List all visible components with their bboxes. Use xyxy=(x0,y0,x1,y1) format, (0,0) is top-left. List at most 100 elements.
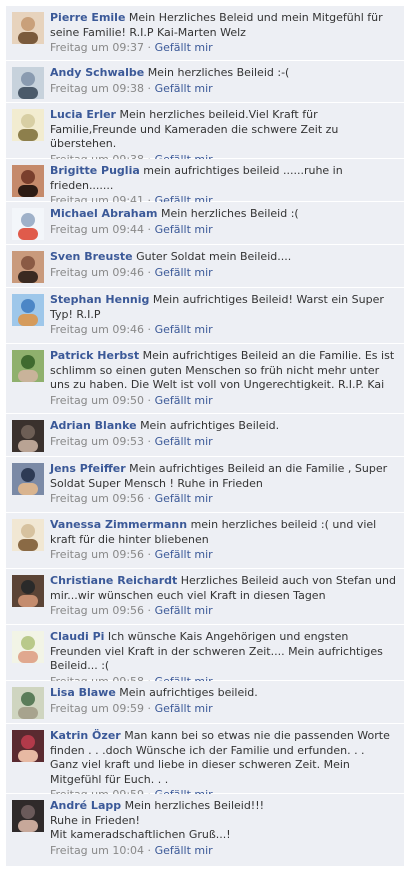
comment-author-link[interactable]: Katrin Özer xyxy=(50,729,121,742)
avatar[interactable] xyxy=(12,420,44,452)
like-link[interactable]: Gefällt mir xyxy=(155,702,213,715)
comment-body: Lisa Blawe Mein aufrichtiges beileid. Fre… xyxy=(50,686,396,716)
comment-text: Mein aufrichtiges beileid. xyxy=(119,686,258,699)
comment-row: Christiane Reichardt Herzliches Beileid … xyxy=(6,569,404,625)
like-link[interactable]: Gefällt mir xyxy=(155,548,213,561)
comment-meta: Freitag um 09:46 · Gefällt mir xyxy=(50,323,396,338)
comment-body: Vanessa Zimmermann mein herzliches beile… xyxy=(50,518,396,563)
like-link[interactable]: Gefällt mir xyxy=(155,492,213,505)
comment-meta: Freitag um 09:37 · Gefällt mir xyxy=(50,41,396,56)
separator-dot: · xyxy=(144,434,155,448)
comment-row: Sven Breuste Guter Soldat mein Beileid..… xyxy=(6,245,404,288)
avatar[interactable] xyxy=(12,730,44,762)
avatar[interactable] xyxy=(12,251,44,283)
separator-dot: · xyxy=(144,81,155,95)
separator-dot: · xyxy=(144,265,155,279)
comment-author-link[interactable]: Andy Schwalbe xyxy=(50,66,144,79)
avatar[interactable] xyxy=(12,165,44,197)
comment-timestamp[interactable]: Freitag um 09:53 xyxy=(50,435,144,448)
comment-timestamp[interactable]: Freitag um 09:50 xyxy=(50,394,144,407)
avatar[interactable] xyxy=(12,575,44,607)
avatar[interactable] xyxy=(12,631,44,663)
like-link[interactable]: Gefällt mir xyxy=(155,82,213,95)
comment-timestamp[interactable]: Freitag um 09:56 xyxy=(50,548,144,561)
comment-row: Jens Pfeiffer Mein aufrichtiges Beileid … xyxy=(6,457,404,513)
like-link[interactable]: Gefällt mir xyxy=(155,604,213,617)
comment-list: Pierre Emile Mein Herzliches Beleid und … xyxy=(6,6,404,867)
comment-row: Adrian Blanke Mein aufrichtiges Beileid.… xyxy=(6,414,404,457)
comment-author-link[interactable]: Patrick Herbst xyxy=(50,349,139,362)
comment-timestamp[interactable]: Freitag um 09:56 xyxy=(50,604,144,617)
avatar[interactable] xyxy=(12,800,44,832)
comment-body: Christiane Reichardt Herzliches Beileid … xyxy=(50,574,396,619)
comment-body: Sven Breuste Guter Soldat mein Beileid..… xyxy=(50,250,396,280)
separator-dot: · xyxy=(144,222,155,236)
like-link[interactable]: Gefällt mir xyxy=(155,266,213,279)
avatar[interactable] xyxy=(12,109,44,141)
comment-meta: Freitag um 09:53 · Gefällt mir xyxy=(50,435,396,450)
separator-dot: · xyxy=(144,701,155,715)
comment-body: Jens Pfeiffer Mein aufrichtiges Beileid … xyxy=(50,462,396,507)
comment-row: Vanessa Zimmermann mein herzliches beile… xyxy=(6,513,404,569)
avatar[interactable] xyxy=(12,12,44,44)
comment-body: Andy Schwalbe Mein herzliches Beileid :-… xyxy=(50,66,396,96)
comment-row: Lisa Blawe Mein aufrichtiges beileid. Fre… xyxy=(6,681,404,724)
comment-meta: Freitag um 09:59 · Gefällt mir xyxy=(50,702,396,717)
separator-dot: · xyxy=(144,393,155,407)
comment-row: Claudi Pi Ich wünsche Kais Angehörigen u… xyxy=(6,625,404,688)
comment-timestamp[interactable]: Freitag um 09:44 xyxy=(50,223,144,236)
comment-timestamp[interactable]: Freitag um 09:46 xyxy=(50,266,144,279)
comment-row: Pierre Emile Mein Herzliches Beleid und … xyxy=(6,6,404,61)
avatar[interactable] xyxy=(12,67,44,99)
comment-author-link[interactable]: Jens Pfeiffer xyxy=(50,462,126,475)
separator-dot: · xyxy=(144,492,155,505)
avatar[interactable] xyxy=(12,519,44,551)
comment-author-link[interactable]: Vanessa Zimmermann xyxy=(50,518,187,531)
avatar[interactable] xyxy=(12,350,44,382)
comment-text: Mein herzliches Beileid :( xyxy=(161,207,299,220)
comment-author-link[interactable]: André Lapp xyxy=(50,799,121,812)
comment-author-link[interactable]: Lisa Blawe xyxy=(50,686,116,699)
separator-dot: · xyxy=(144,604,155,617)
comment-author-link[interactable]: Stephan Hennig xyxy=(50,293,149,306)
comment-row: Stephan Hennig Mein aufrichtiges Beileid… xyxy=(6,288,404,344)
like-link[interactable]: Gefällt mir xyxy=(155,435,213,448)
comment-text: Mein aufrichtiges Beileid. xyxy=(140,419,280,432)
like-link[interactable]: Gefällt mir xyxy=(155,223,213,236)
like-link[interactable]: Gefällt mir xyxy=(155,844,213,857)
comment-timestamp[interactable]: Freitag um 10:04 xyxy=(50,844,144,857)
comment-author-link[interactable]: Claudi Pi xyxy=(50,630,104,643)
like-link[interactable]: Gefällt mir xyxy=(155,394,213,407)
avatar[interactable] xyxy=(12,294,44,326)
comment-body: Pierre Emile Mein Herzliches Beleid und … xyxy=(50,11,396,56)
separator-dot: · xyxy=(144,323,155,336)
comment-row: Lucia Erler Mein herzliches beileid.Viel… xyxy=(6,103,404,166)
separator-dot: · xyxy=(144,843,155,857)
avatar[interactable] xyxy=(12,208,44,240)
comment-meta: Freitag um 10:04 · Gefällt mir xyxy=(50,844,396,859)
like-link[interactable]: Gefällt mir xyxy=(155,323,213,336)
avatar[interactable] xyxy=(12,687,44,719)
comment-author-link[interactable]: Christiane Reichardt xyxy=(50,574,177,587)
comment-author-link[interactable]: Lucia Erler xyxy=(50,108,116,121)
comment-meta: Freitag um 09:56 · Gefällt mir xyxy=(50,492,396,507)
comment-author-link[interactable]: Michael Abraham xyxy=(50,207,158,220)
comment-meta: Freitag um 09:56 · Gefällt mir xyxy=(50,604,396,619)
comment-timestamp[interactable]: Freitag um 09:59 xyxy=(50,702,144,715)
comment-meta: Freitag um 09:38 · Gefällt mir xyxy=(50,82,396,97)
comment-meta: Freitag um 09:50 · Gefällt mir xyxy=(50,394,396,409)
comment-author-link[interactable]: Pierre Emile xyxy=(50,11,125,24)
comment-timestamp[interactable]: Freitag um 09:37 xyxy=(50,41,144,54)
comment-timestamp[interactable]: Freitag um 09:38 xyxy=(50,82,144,95)
comment-row: Brigitte Puglia mein aufrichtiges beilei… xyxy=(6,159,404,207)
avatar[interactable] xyxy=(12,463,44,495)
comment-body: Patrick Herbst Mein aufrichtiges Beileid… xyxy=(50,349,396,408)
comment-author-link[interactable]: Brigitte Puglia xyxy=(50,164,140,177)
comment-timestamp[interactable]: Freitag um 09:46 xyxy=(50,323,144,336)
comment-author-link[interactable]: Adrian Blanke xyxy=(50,419,137,432)
comment-row: Michael Abraham Mein herzliches Beileid … xyxy=(6,202,404,245)
like-link[interactable]: Gefällt mir xyxy=(155,41,213,54)
comment-author-link[interactable]: Sven Breuste xyxy=(50,250,133,263)
comment-timestamp[interactable]: Freitag um 09:56 xyxy=(50,492,144,505)
comment-meta: Freitag um 09:56 · Gefällt mir xyxy=(50,548,396,563)
